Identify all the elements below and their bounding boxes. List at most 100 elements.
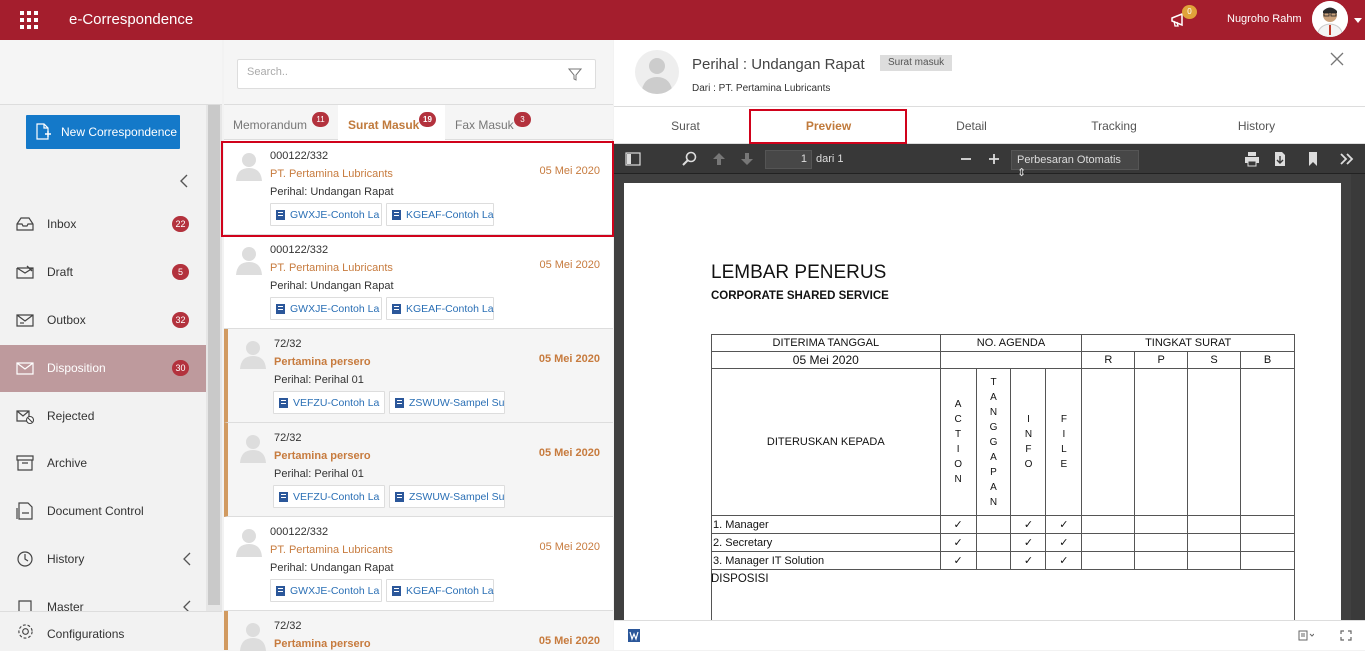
list-item[interactable]: 72/32 Pertamina persero 05 Mei 2020 Peri… (224, 329, 613, 423)
list-item[interactable]: 000122/332 PT. Pertamina Lubricants 05 M… (224, 235, 613, 329)
tab-detail[interactable]: Detail (900, 107, 1043, 144)
attachment-chip[interactable]: KGEAF-Contoh La (386, 579, 494, 602)
user-avatar[interactable] (1312, 1, 1348, 37)
next-page-icon[interactable] (739, 151, 755, 167)
zoom-select[interactable]: Perbesaran Otomatis ⇕ (1011, 150, 1139, 179)
attachment-name: GWXJE-Contoh La (290, 585, 380, 597)
tab-fax-masuk[interactable]: Fax Masuk 3 (445, 105, 545, 140)
tools-menu-icon[interactable] (1339, 151, 1355, 167)
apps-grid-icon[interactable] (20, 11, 38, 29)
check-cell: ✓ (939, 533, 977, 552)
tab-label: Tracking (1091, 119, 1137, 133)
check-cell: ✓ (1010, 533, 1047, 552)
list-item[interactable]: 72/32 Pertamina persero 05 Mei 2020 Peri… (224, 423, 613, 517)
item-perihal: Perihal: Perihal 01 (274, 374, 364, 386)
print-icon[interactable] (1244, 151, 1260, 167)
sidebar-item-outbox[interactable]: Outbox 32 (0, 297, 206, 344)
document-control-icon (16, 502, 33, 520)
user-name[interactable]: Nugroho Rahm (1227, 13, 1302, 25)
attachment-chip[interactable]: VEFZU-Contoh La (273, 391, 385, 414)
filter-icon[interactable] (568, 68, 582, 81)
sender-avatar-icon (240, 435, 266, 463)
level-p: P (1134, 351, 1189, 369)
attachment-chip[interactable]: GWXJE-Contoh La (270, 297, 382, 320)
search-icon[interactable] (682, 151, 698, 167)
tab-label: Surat Masuk (348, 118, 420, 132)
tab-label: Preview (805, 119, 852, 133)
tab-surat-masuk[interactable]: Surat Masuk 19 (338, 105, 445, 140)
sidebar-item-inbox[interactable]: Inbox 22 (0, 201, 206, 248)
user-menu-caret-icon[interactable] (1354, 18, 1362, 23)
header-tanggapan-text: TANGGAPAN (989, 376, 998, 508)
check-cell: ✓ (939, 551, 977, 570)
search-input[interactable] (247, 66, 547, 78)
zoom-out-icon[interactable] (958, 151, 974, 167)
detail-sender: Dari : PT. Pertamina Lubricants (692, 83, 831, 94)
view-menu-icon[interactable] (1298, 630, 1314, 641)
sidebar-item-label: Disposition (47, 361, 106, 375)
sidebar-toggle-icon[interactable] (625, 151, 641, 167)
item-sender: PT. Pertamina Lubricants (270, 168, 393, 180)
attachment-chip[interactable]: ZSWUW-Sampel Su (389, 485, 505, 508)
disposition-count-badge: 30 (172, 360, 189, 376)
sidebar-item-master[interactable]: Master (0, 584, 206, 611)
fullscreen-icon[interactable] (1340, 630, 1352, 641)
tab-history[interactable]: History (1185, 107, 1328, 144)
page-number-input[interactable]: 1 (765, 150, 812, 169)
tab-surat[interactable]: Surat (614, 107, 757, 144)
check-cell (975, 515, 1012, 534)
attachment-chip[interactable]: GWXJE-Contoh La (270, 579, 382, 602)
sidebar-item-archive[interactable]: Archive (0, 440, 206, 487)
item-number: 000122/332 (270, 150, 329, 162)
zoom-in-icon[interactable] (986, 151, 1002, 167)
sidebar-item-label: History (47, 552, 85, 566)
item-number: 000122/332 (270, 244, 329, 256)
attachment-name: ZSWUW-Sampel Su (409, 491, 505, 503)
attachment-chip[interactable]: ZSWUW-Sampel Su (389, 391, 505, 414)
pdf-scrollbar[interactable] (1351, 174, 1365, 620)
close-icon[interactable] (1330, 52, 1344, 66)
tab-label: History (1237, 119, 1276, 133)
attachment-chip[interactable]: VEFZU-Contoh La (273, 485, 385, 508)
app-title: e-Correspondence (69, 11, 194, 28)
collapse-sidebar-chevron-icon[interactable] (178, 173, 190, 189)
item-sender: PT. Pertamina Lubricants (270, 544, 393, 556)
new-correspondence-button[interactable]: New Correspondence (26, 115, 180, 149)
tab-memorandum[interactable]: Memorandum 11 (224, 105, 338, 140)
inbox-count-badge: 22 (172, 216, 189, 232)
list-item[interactable]: 000122/332 PT. Pertamina Lubricants 05 M… (224, 517, 613, 611)
tab-count-badge: 11 (312, 112, 329, 127)
sidebar-item-configurations[interactable]: Configurations (0, 611, 222, 650)
tab-tracking[interactable]: Tracking (1043, 107, 1185, 144)
sidebar-item-disposition[interactable]: Disposition 30 (0, 345, 206, 392)
sidebar-item-label: Draft (47, 265, 74, 279)
sidebar-item-document-control[interactable]: Document Control (0, 488, 206, 535)
history-icon (17, 551, 33, 567)
level-b: B (1240, 351, 1295, 369)
sidebar-scroll-thumb[interactable] (208, 105, 220, 605)
list-item[interactable]: 000122/332 PT. Pertamina Lubricants 05 M… (224, 141, 613, 235)
history-expand-chevron-icon[interactable] (182, 551, 192, 567)
sidebar-item-draft[interactable]: Draft 5 (0, 249, 206, 296)
header-info: INFO (1010, 368, 1047, 516)
item-date: 05 Mei 2020 (539, 165, 600, 177)
sender-avatar-icon (236, 153, 262, 181)
level-cell (1240, 551, 1295, 570)
master-expand-chevron-icon[interactable] (182, 599, 192, 611)
sidebar-scrollbar[interactable] (206, 105, 222, 650)
download-icon[interactable] (1272, 151, 1288, 167)
attachment-chip[interactable]: KGEAF-Contoh La (386, 297, 494, 320)
attachment-chip[interactable]: KGEAF-Contoh La (386, 203, 494, 226)
previous-page-icon[interactable] (711, 151, 727, 167)
check-cell: ✓ (1045, 533, 1083, 552)
received-date: 05 Mei 2020 (711, 351, 941, 369)
level-cell (1187, 515, 1242, 534)
attachment-chip[interactable]: GWXJE-Contoh La (270, 203, 382, 226)
sidebar-item-history[interactable]: History (0, 536, 206, 583)
header-info-text: INFO (1024, 414, 1033, 470)
list-item[interactable]: 72/32 Pertamina persero 05 Mei 2020 (224, 611, 613, 651)
sidebar-item-rejected[interactable]: Rejected (0, 393, 206, 440)
word-file-icon[interactable] (628, 629, 640, 642)
tab-preview[interactable]: Preview (757, 107, 900, 144)
bookmark-icon[interactable] (1305, 151, 1321, 167)
